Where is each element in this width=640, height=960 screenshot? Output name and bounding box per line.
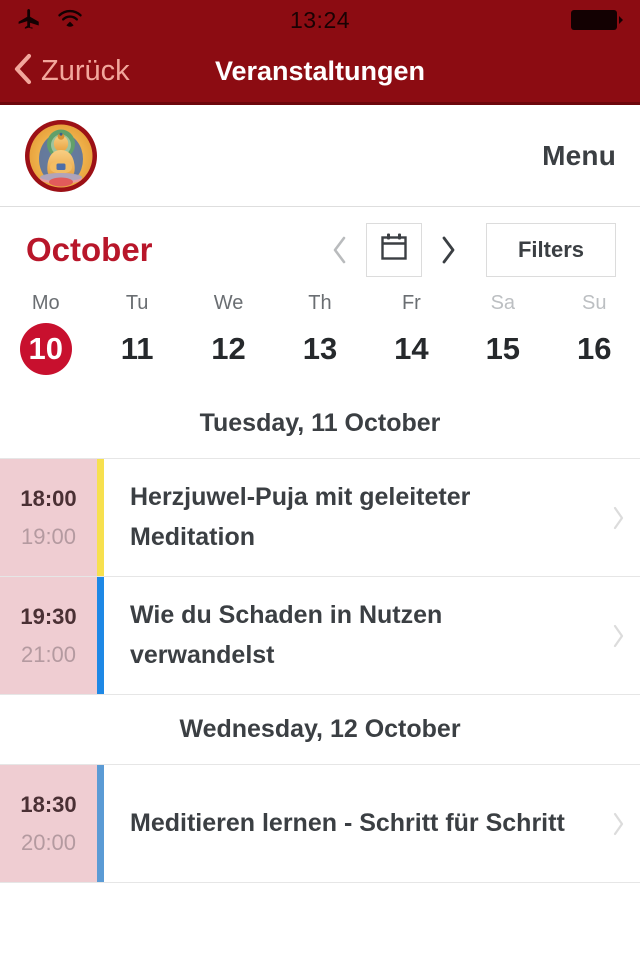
day-label: Sa (490, 292, 516, 314)
battery-icon (570, 9, 624, 31)
day-number: 10 (19, 323, 72, 375)
day-label: We (213, 292, 244, 314)
event-body: Herzjuwel-Puja mit geleiteter Meditation (104, 459, 596, 576)
chevron-right-icon[interactable] (596, 577, 640, 694)
day-number: 12 (211, 331, 246, 366)
day-label: Tu (125, 292, 149, 314)
agenda-list: Tuesday, 11 October 18:00 19:00 Herzjuwe… (0, 389, 640, 883)
day-cell-fr[interactable]: Fr 14 (366, 292, 457, 375)
day-cell-sa[interactable]: Sa 15 (457, 292, 548, 375)
event-accent-bar (97, 765, 104, 882)
chevron-right-icon[interactable] (596, 765, 640, 882)
event-end-time: 21:00 (20, 641, 77, 667)
app-logo-bar: Menu (0, 105, 640, 207)
day-number: 16 (576, 331, 612, 366)
event-start-time: 18:00 (20, 485, 77, 511)
month-controls: Filters (318, 222, 616, 277)
previous-week-button[interactable] (318, 228, 362, 272)
next-week-button[interactable] (426, 228, 470, 272)
event-row[interactable]: 18:30 20:00 Meditieren lernen - Schritt … (0, 765, 640, 883)
day-number: 13 (302, 331, 338, 366)
day-cell-we[interactable]: We 12 (183, 292, 274, 375)
status-bar: 13:24 (0, 0, 640, 40)
day-label: Su (582, 292, 607, 314)
event-start-time: 19:30 (20, 603, 77, 629)
menu-button[interactable]: Menu (542, 140, 616, 172)
day-number: 14 (394, 331, 429, 366)
event-start-time: 18:30 (20, 791, 77, 817)
agenda-day-header: Wednesday, 12 October (0, 695, 640, 765)
navigation-bar: Zurück Veranstaltungen (0, 40, 640, 105)
event-end-time: 19:00 (20, 523, 77, 549)
day-cell-mo[interactable]: Mo 10 (0, 292, 91, 375)
filters-button[interactable]: Filters (486, 222, 616, 277)
event-time-block: 18:00 19:00 (0, 459, 97, 576)
calendar-picker-button[interactable] (366, 222, 422, 277)
status-bar-clock: 13:24 (289, 6, 351, 33)
agenda-day-header: Tuesday, 11 October (0, 389, 640, 459)
event-title: Meditieren lernen - Schritt für Schritt (130, 808, 565, 837)
buddha-logo[interactable] (24, 119, 98, 193)
event-accent-bar (97, 459, 104, 576)
event-row[interactable]: 18:00 19:00 Herzjuwel-Puja mit geleitete… (0, 459, 640, 577)
event-body: Meditieren lernen - Schritt für Schritt (104, 765, 596, 882)
event-title: Herzjuwel-Puja mit geleiteter Meditation (130, 483, 471, 551)
back-button[interactable]: Zurück (0, 51, 130, 92)
event-accent-bar (97, 577, 104, 694)
week-day-strip: Mo 10 Tu 11 We 12 Th 13 Fr 14 Sa 15 Su 1… (0, 292, 640, 389)
event-title: Wie du Schaden in Nutzen verwandelst (130, 601, 443, 669)
day-label: Mo (31, 292, 60, 314)
back-button-label: Zurück (41, 54, 130, 87)
event-row[interactable]: 19:30 21:00 Wie du Schaden in Nutzen ver… (0, 577, 640, 695)
day-cell-th[interactable]: Th 13 (274, 292, 365, 375)
chevron-right-icon[interactable] (596, 459, 640, 576)
event-time-block: 18:30 20:00 (0, 765, 97, 882)
month-label: October (26, 230, 153, 268)
calendar-icon (379, 231, 409, 268)
day-number: 15 (485, 331, 521, 366)
chevron-left-icon (10, 51, 36, 92)
event-end-time: 20:00 (20, 829, 77, 855)
day-cell-su[interactable]: Su 16 (549, 292, 640, 375)
day-number: 11 (120, 331, 154, 366)
event-body: Wie du Schaden in Nutzen verwandelst (104, 577, 596, 694)
day-cell-tu[interactable]: Tu 11 (91, 292, 182, 375)
month-toolbar: October Filters (0, 207, 640, 292)
day-label: Fr (401, 292, 421, 314)
day-label: Th (308, 292, 332, 314)
event-time-block: 19:30 21:00 (0, 577, 97, 694)
